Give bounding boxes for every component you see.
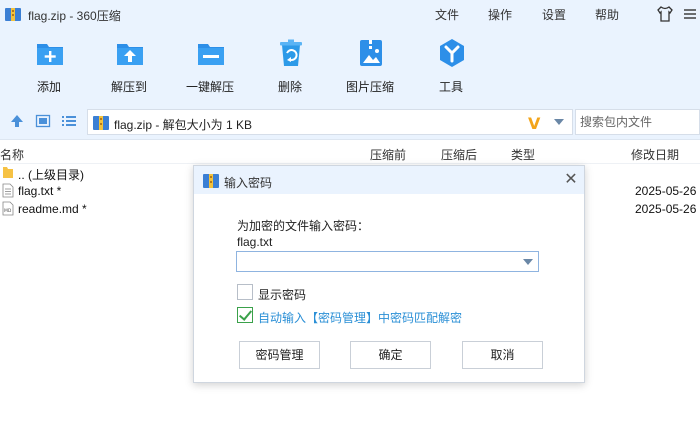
zip-file-icon [93, 116, 109, 130]
menu-help[interactable]: 帮助 [595, 6, 619, 23]
password-combobox [236, 251, 539, 272]
md-file-icon: MD [2, 201, 14, 216]
top-area: flag.zip - 360压缩 文件 操作 设置 帮助 添加 解压到 一键解压… [0, 0, 700, 103]
title-bar: flag.zip - 360压缩 文件 操作 设置 帮助 [0, 0, 700, 28]
extract-to-button[interactable]: 解压到 [91, 38, 167, 96]
window-title: flag.zip - 360压缩 [28, 9, 121, 23]
menu-lines-icon[interactable] [681, 5, 699, 23]
show-password-checkbox[interactable] [237, 284, 253, 300]
close-icon[interactable]: ✕ [562, 170, 580, 188]
list-header: 名称 压缩前 压缩后 类型 修改日期 [0, 140, 700, 164]
menu-settings[interactable]: 设置 [542, 6, 566, 23]
image-compress-button[interactable]: 图片压缩 [332, 38, 408, 96]
file-name: readme.md * [18, 202, 87, 216]
password-manager-button[interactable]: 密码管理 [239, 341, 320, 369]
chevron-down-icon[interactable] [523, 259, 533, 265]
password-input[interactable] [240, 252, 520, 271]
col-name[interactable]: 名称 [0, 146, 24, 163]
col-size-before[interactable]: 压缩前 [370, 146, 406, 163]
address-bar: flag.zip - 解包大小为 1 KB V [0, 103, 700, 140]
path-field[interactable]: flag.zip - 解包大小为 1 KB V [87, 109, 573, 135]
search-box [575, 109, 700, 135]
show-password-label[interactable]: 显示密码 [258, 286, 306, 303]
cancel-button[interactable]: 取消 [462, 341, 543, 369]
list-view-icon[interactable] [61, 113, 77, 129]
file-date: 2025-05-26 [635, 202, 697, 216]
password-dialog: 输入密码 ✕ 为加密的文件输入密码： flag.txt 显示密码 自动输入【密码… [193, 165, 585, 383]
zip-app-icon [5, 8, 21, 21]
image-compress-label: 图片压缩 [345, 80, 394, 94]
svg-text:MD: MD [4, 208, 12, 214]
path-dropdown-icon[interactable] [554, 119, 564, 125]
up-level-icon[interactable] [9, 113, 25, 129]
menu-operations[interactable]: 操作 [488, 6, 512, 23]
folder-icon [3, 167, 13, 178]
add-icon [37, 44, 63, 65]
menu-file[interactable]: 文件 [435, 6, 459, 23]
add-label: 添加 [36, 80, 61, 94]
delete-label: 删除 [277, 80, 302, 94]
ok-button[interactable]: 确定 [350, 341, 431, 369]
delete-button[interactable]: 删除 [252, 38, 328, 96]
col-type[interactable]: 类型 [511, 146, 535, 163]
col-size-after[interactable]: 压缩后 [441, 146, 477, 163]
col-modified[interactable]: 修改日期 [631, 146, 679, 163]
auto-input-label[interactable]: 自动输入【密码管理】中密码匹配解密 [258, 309, 462, 326]
thumbnail-view-icon[interactable] [35, 113, 51, 129]
one-click-extract-button[interactable]: 一键解压 [172, 38, 248, 96]
dialog-title: 输入密码 [224, 176, 273, 190]
tools-label: 工具 [438, 80, 463, 94]
extract-to-icon [117, 44, 143, 65]
file-name: flag.txt * [18, 184, 62, 198]
tools-icon [440, 39, 464, 67]
dialog-header: 输入密码 ✕ [194, 166, 584, 194]
image-compress-icon [360, 40, 382, 66]
add-button[interactable]: 添加 [11, 38, 87, 96]
file-name: .. (上级目录) [18, 168, 84, 182]
delete-icon [280, 39, 302, 66]
tools-button[interactable]: 工具 [413, 38, 489, 96]
skin-shirt-icon[interactable] [656, 5, 674, 23]
extract-to-label: 解压到 [110, 80, 147, 94]
text-file-icon [2, 183, 14, 198]
zip-app-icon [203, 174, 219, 188]
auto-input-checkbox[interactable] [237, 307, 253, 323]
one-click-extract-label: 一键解压 [185, 80, 234, 94]
encrypted-file-name: flag.txt [237, 235, 273, 249]
one-click-extract-icon [198, 44, 224, 65]
path-text: flag.zip - 解包大小为 1 KB [114, 118, 253, 132]
search-input[interactable] [580, 111, 698, 133]
password-prompt: 为加密的文件输入密码： [237, 219, 370, 233]
file-date: 2025-05-26 [635, 184, 697, 198]
security-v-icon[interactable]: V [528, 114, 540, 133]
